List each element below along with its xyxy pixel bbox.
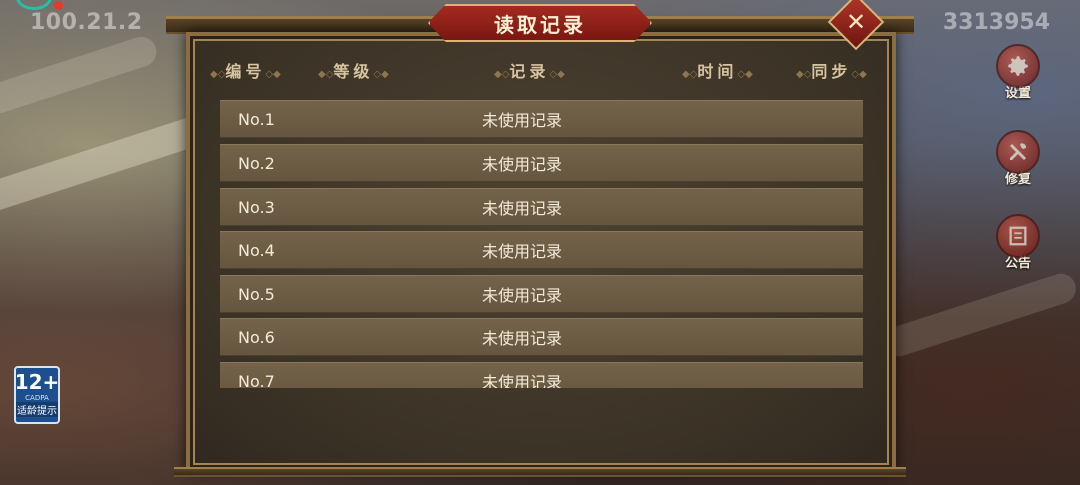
header-record-label: 记录 (509, 62, 550, 81)
age-rating-caption: 适龄提示 (16, 402, 58, 417)
record-table-header: ◆◇编号◇◆ ◆◇等级◇◆ ◆◇记录◇◆ ◆◇时间◇◆ ◆◇同步◇◆ (200, 58, 880, 82)
notice-button[interactable]: 公告 (994, 214, 1042, 271)
record-row[interactable]: No.2 未使用记录 (220, 144, 863, 182)
notice-icon (996, 214, 1040, 258)
record-status: 未使用记录 (481, 242, 562, 261)
version-label: 100.21.2 (30, 10, 143, 35)
settings-button[interactable]: 设置 (994, 44, 1042, 101)
header-sync: ◆◇同步◇◆ (796, 62, 867, 81)
header-level-label: 等级 (333, 62, 374, 81)
record-status: 未使用记录 (481, 199, 562, 218)
close-icon: ✕ (845, 7, 867, 36)
header-level: ◆◇等级◇◆ (318, 62, 389, 81)
background-blade (880, 269, 1080, 361)
record-row[interactable]: No.5 未使用记录 (220, 275, 863, 313)
header-time: ◆◇时间◇◆ (682, 62, 753, 81)
dialog-title-plate: 读取记录 (428, 4, 652, 42)
notification-dot (54, 1, 63, 10)
record-status: 未使用记录 (481, 373, 562, 388)
record-row[interactable]: No.3 未使用记录 (220, 188, 863, 226)
header-record: ◆◇记录◇◆ (494, 62, 565, 81)
repair-button[interactable]: 修复 (994, 130, 1042, 187)
dialog-title: 读取记录 (494, 12, 586, 37)
record-row[interactable]: No.6 未使用记录 (220, 318, 863, 356)
age-rating-org: CADPA (25, 394, 49, 402)
record-status: 未使用记录 (481, 111, 562, 130)
background-banner (0, 32, 161, 118)
record-list[interactable]: No.1 未使用记录 No.2 未使用记录 No.3 未使用记录 No.4 未使… (220, 100, 863, 388)
header-sync-label: 同步 (811, 62, 852, 81)
header-number-label: 编号 (225, 62, 266, 81)
age-rating-badge[interactable]: 12+ CADPA 适龄提示 (14, 366, 60, 424)
record-row[interactable]: No.4 未使用记录 (220, 231, 863, 269)
record-row[interactable]: No.7 未使用记录 (220, 362, 863, 388)
dialog-bottom-frame (174, 467, 906, 477)
header-time-label: 时间 (697, 62, 738, 81)
age-rating-value: 12+ (14, 370, 60, 394)
header-number: ◆◇编号◇◆ (210, 62, 281, 81)
player-uid: 3313954 (942, 10, 1050, 35)
wrench-icon (996, 130, 1040, 174)
record-row[interactable]: No.1 未使用记录 (220, 100, 863, 138)
gear-icon (996, 44, 1040, 88)
record-status: 未使用记录 (481, 329, 562, 348)
record-status: 未使用记录 (481, 155, 562, 174)
record-status: 未使用记录 (481, 286, 562, 305)
